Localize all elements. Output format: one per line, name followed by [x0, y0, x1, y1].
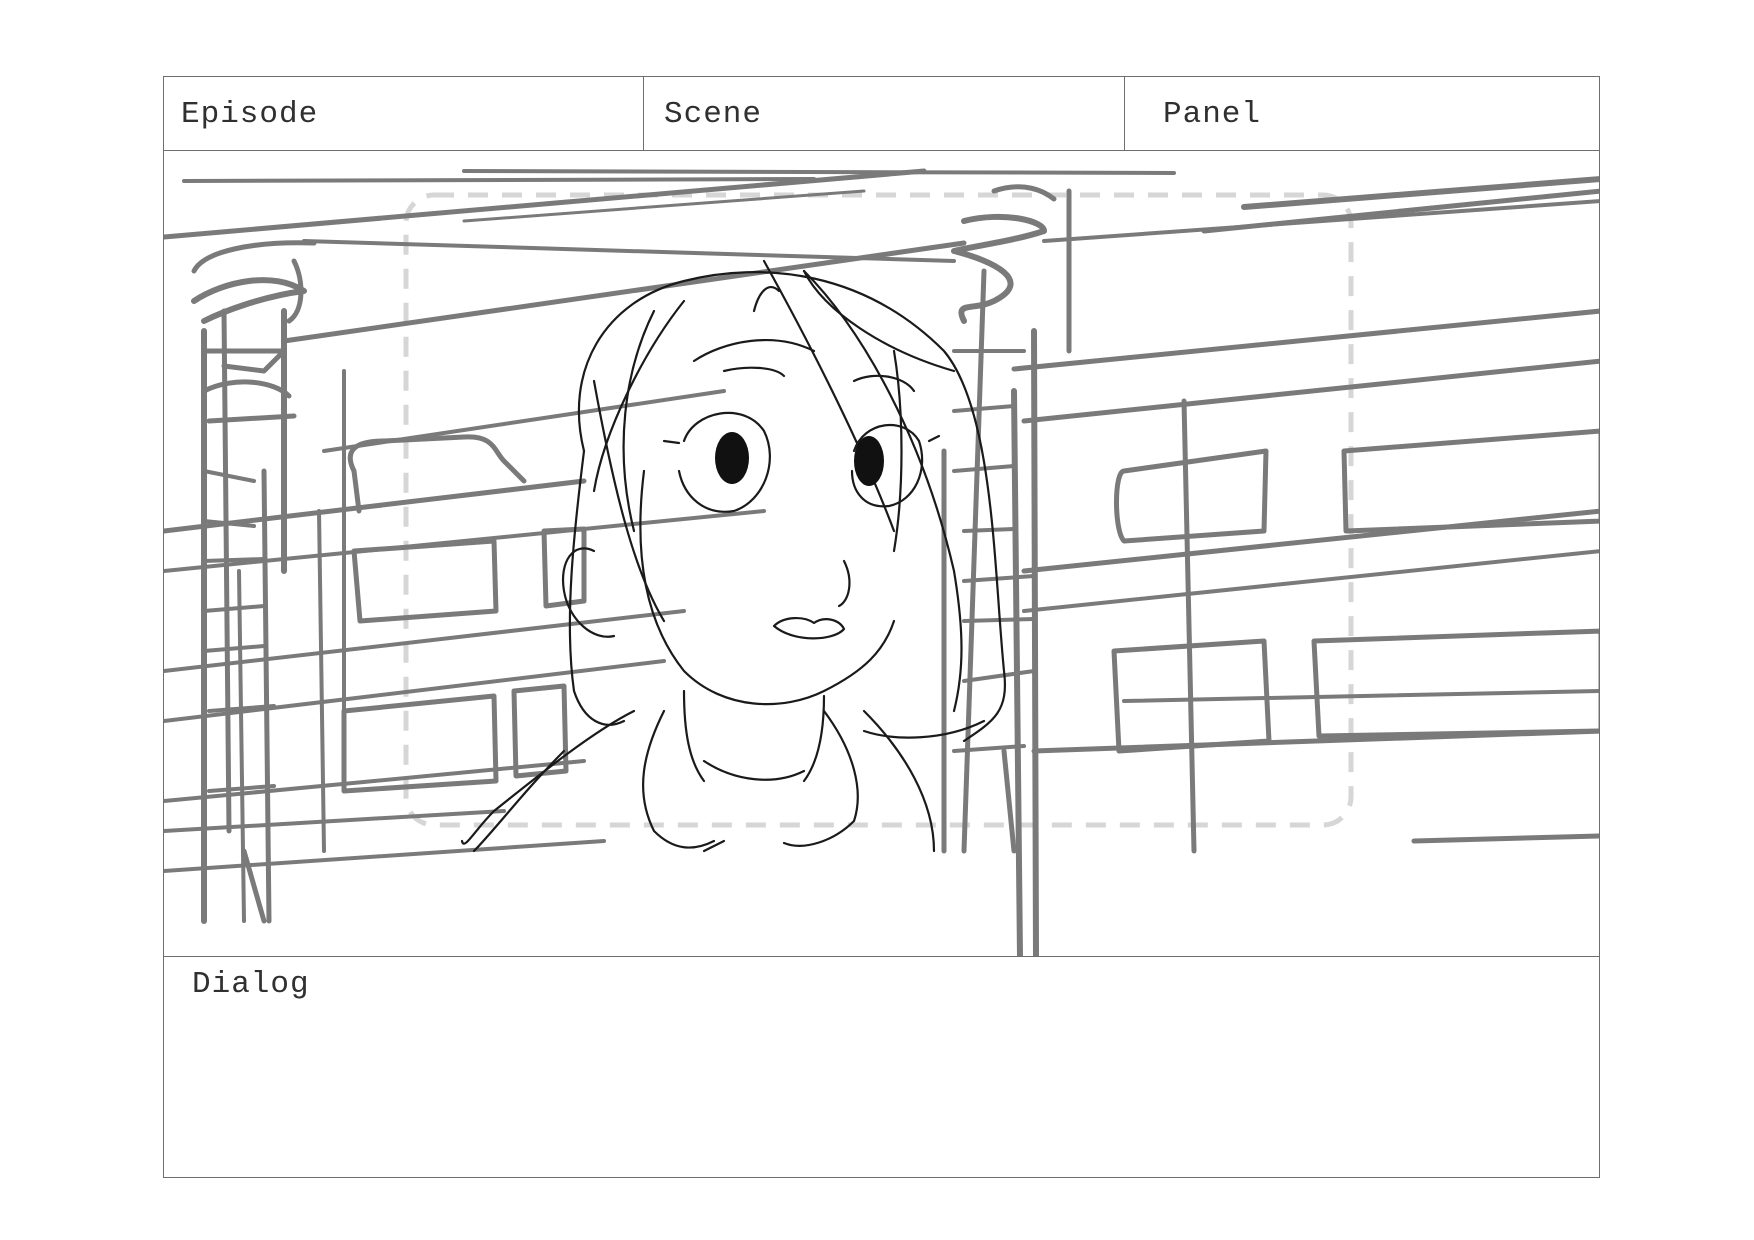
panel-header-row: Episode Scene Panel: [164, 77, 1599, 151]
left-eye-pupil: [715, 432, 749, 484]
storyboard-sheet: Episode Scene Panel Dialog: [163, 76, 1600, 1178]
background-buildings: [164, 168, 1599, 956]
panel-cell[interactable]: Panel: [1125, 77, 1599, 150]
scene-label: Scene: [664, 97, 763, 132]
episode-label: Episode: [181, 97, 319, 132]
scene-cell[interactable]: Scene: [644, 77, 1125, 150]
panel-label: Panel: [1163, 97, 1262, 132]
sketch-drawing: [164, 168, 1599, 956]
storyboard-frame[interactable]: [164, 151, 1599, 957]
dialog-box[interactable]: Dialog: [164, 957, 1599, 1179]
episode-cell[interactable]: Episode: [164, 77, 644, 150]
right-eye-pupil: [854, 436, 884, 486]
safe-area-guide: [403, 192, 1354, 828]
dialog-label: Dialog: [192, 967, 310, 1002]
